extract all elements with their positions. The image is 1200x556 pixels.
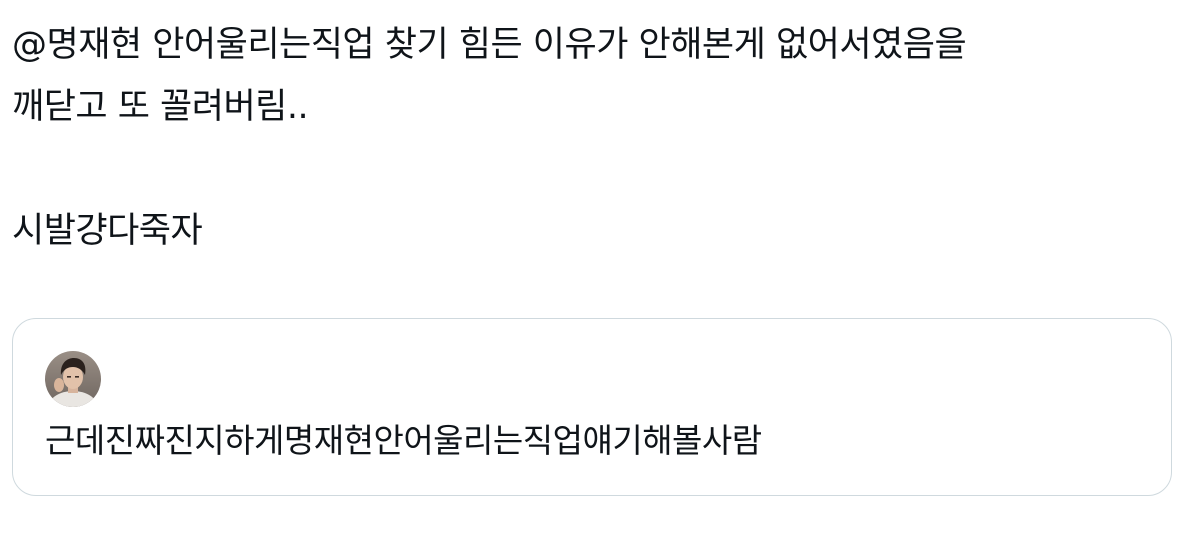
tweet-text-line-2: 깨닫고 또 꼴려버림.. xyxy=(12,87,309,127)
tweet-text: @명재현 안어울리는직업 찾기 힘든 이유가 안해본게 없어서였음을 깨닫고 또… xyxy=(12,14,1172,262)
tweet-text-line-1: @명재현 안어울리는직업 찾기 힘든 이유가 안해본게 없어서였음을 xyxy=(12,25,967,65)
tweet-text-spacer xyxy=(12,138,1172,200)
profile-photo-icon xyxy=(45,351,101,407)
tweet-text-line-3: 시발걍다죽자 xyxy=(12,211,203,251)
avatar[interactable] xyxy=(45,351,101,407)
quoted-tweet-text: 근데진짜진지하게명재현안어울리는직업얘기해볼사람 xyxy=(45,421,762,460)
quoted-tweet-card[interactable]: 근데진짜진지하게명재현안어울리는직업얘기해볼사람 xyxy=(12,318,1172,496)
